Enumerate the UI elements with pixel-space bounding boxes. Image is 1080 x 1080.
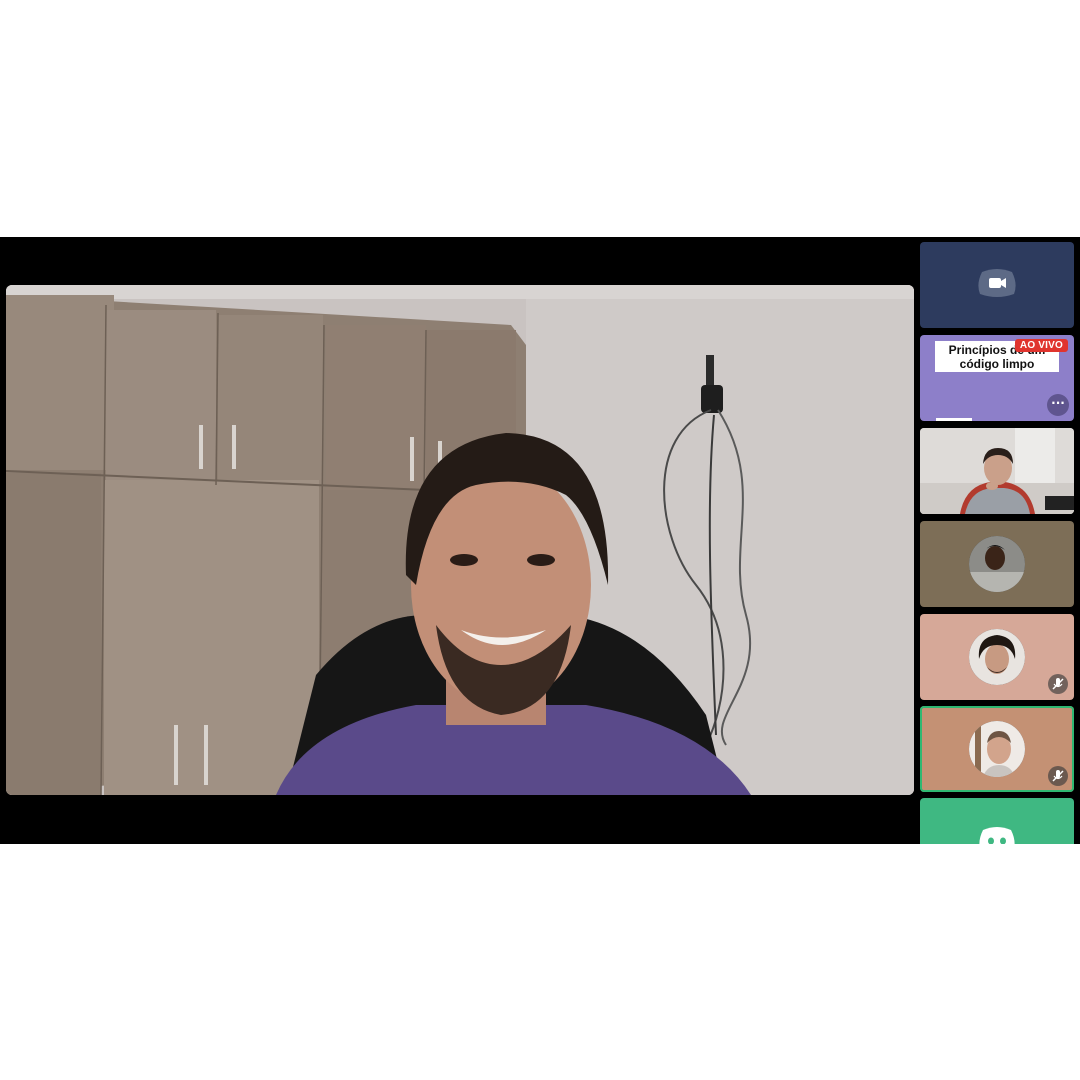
participant-tile-video[interactable] <box>920 428 1074 514</box>
participant-video-frame <box>920 428 1074 514</box>
avatar <box>969 629 1025 685</box>
participant-tile-avatar[interactable] <box>920 614 1074 700</box>
avatar <box>969 721 1025 777</box>
screen-share-tile[interactable]: Princípios de um código limpo AO VIVO ··… <box>920 335 1074 421</box>
mic-muted-icon <box>1048 766 1068 786</box>
participant-tile-avatar[interactable] <box>920 521 1074 607</box>
participant-tile-avatar-speaking[interactable] <box>920 706 1074 792</box>
main-speaker-video[interactable] <box>6 285 914 795</box>
participant-tile-camera-off[interactable] <box>920 242 1074 328</box>
participant-tile-camera-off[interactable] <box>920 798 1074 844</box>
more-options-button[interactable]: ··· <box>1047 394 1069 416</box>
video-camera-icon <box>976 266 1018 304</box>
video-call-stage: Princípios de um código limpo AO VIVO ··… <box>0 237 1080 844</box>
mic-muted-icon <box>1048 674 1068 694</box>
live-badge: AO VIVO <box>1014 339 1068 352</box>
stream-title-line-2: código limpo <box>959 357 1035 371</box>
speaker-video-frame <box>6 285 914 795</box>
discord-logo-icon <box>977 824 1017 844</box>
avatar <box>969 536 1025 592</box>
slide-footer-bar <box>936 418 972 421</box>
